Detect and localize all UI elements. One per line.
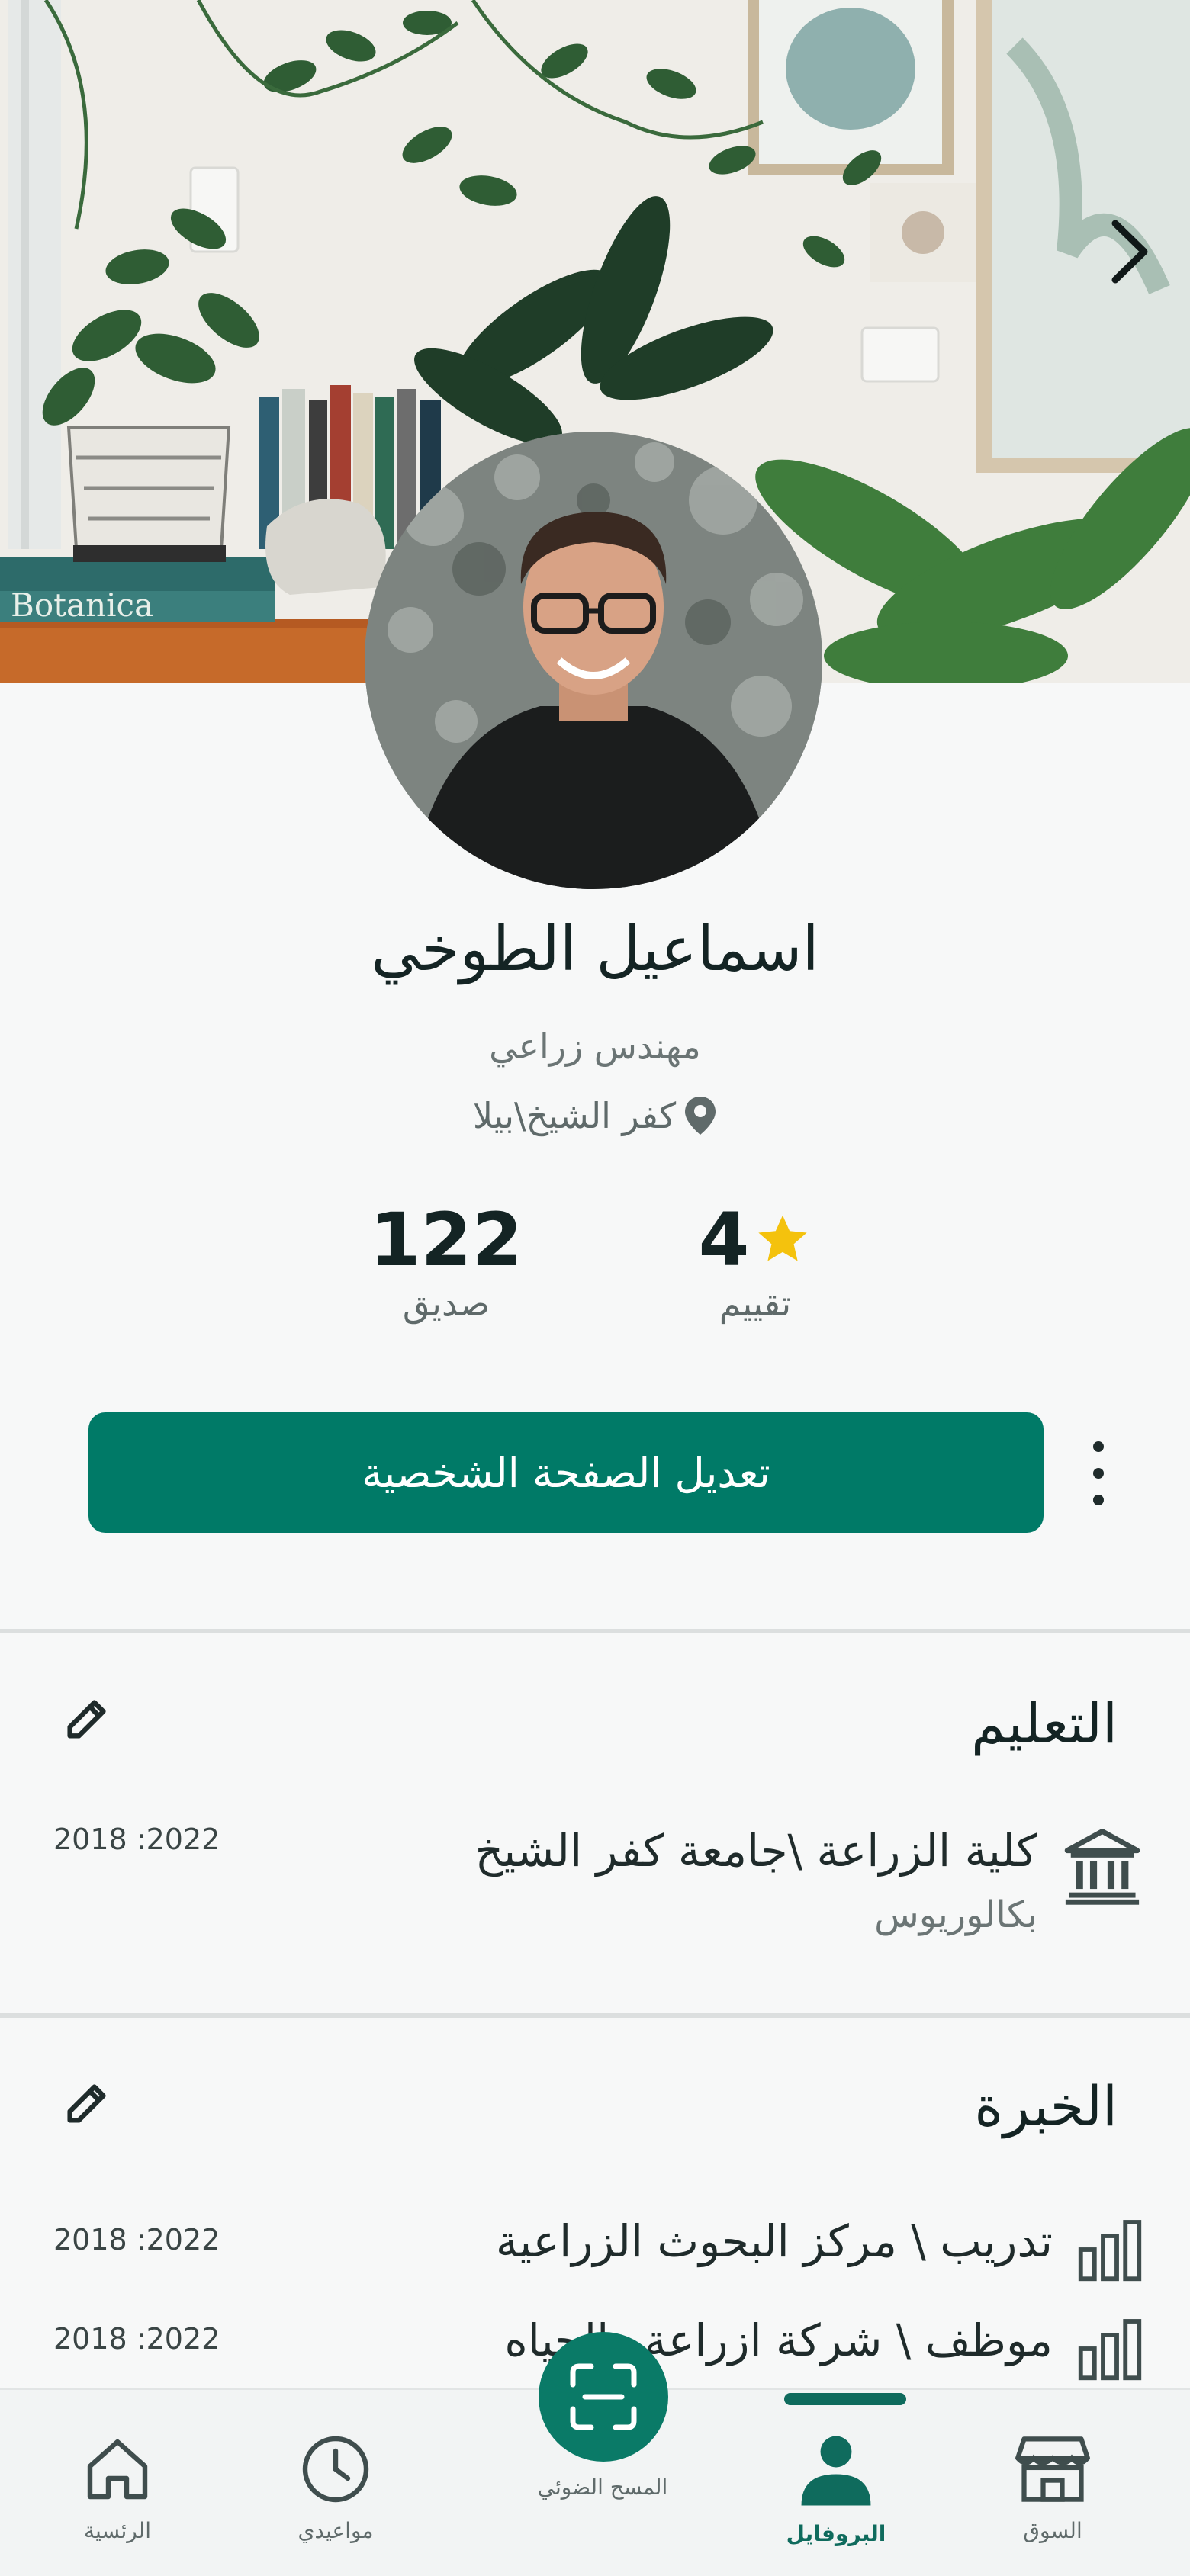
chevron-right-icon[interactable] xyxy=(1106,217,1152,286)
rating-label: تقييم xyxy=(719,1283,792,1324)
person-icon xyxy=(801,2436,871,2506)
more-dot-icon xyxy=(1093,1468,1104,1479)
home-icon xyxy=(87,2439,148,2500)
chart-bars-icon xyxy=(1078,2220,1142,2282)
location-row: كفر الشيخ\بيلا xyxy=(0,1095,1190,1136)
location-text: كفر الشيخ\بيلا xyxy=(472,1095,677,1136)
nav-label-appointments: مواعيدي xyxy=(298,2518,374,2543)
rating-stat[interactable]: 4 تقييم xyxy=(656,1197,854,1324)
rating-value: 4 xyxy=(698,1197,750,1283)
chart-bars-icon xyxy=(1078,2319,1142,2381)
education-item-title: كلية الزراعة \جامعة كفر الشيخ xyxy=(474,1825,1037,1877)
scan-button[interactable] xyxy=(539,2332,668,2462)
friends-stat[interactable]: 122 صديق xyxy=(343,1197,549,1324)
user-job-title: مهندس زراعي xyxy=(489,1026,701,1067)
nav-label-home: الرئسية xyxy=(84,2518,151,2543)
education-title: التعليم xyxy=(971,1691,1118,1755)
nav-item-home[interactable]: الرئسية xyxy=(34,2433,201,2543)
nav-label-market: السوق xyxy=(1023,2518,1082,2543)
star-icon xyxy=(758,1215,808,1261)
more-dot-icon xyxy=(1093,1495,1104,1505)
nav-label-profile: البروفايل xyxy=(786,2521,886,2546)
rating-row: 4 xyxy=(656,1197,854,1283)
location-pin-icon xyxy=(685,1097,716,1135)
scan-icon xyxy=(570,2363,637,2430)
experience-item-dates: 2018 :2022 xyxy=(53,2223,220,2256)
nav-item-profile[interactable]: البروفايل xyxy=(752,2433,920,2546)
education-item-dates: 2018 :2022 xyxy=(53,1823,220,1856)
store-icon xyxy=(1015,2436,1090,2502)
university-icon xyxy=(1064,1829,1140,1905)
more-options-button[interactable] xyxy=(1083,1441,1114,1505)
friends-label: صديق xyxy=(402,1283,490,1324)
friends-count: 122 xyxy=(369,1197,523,1283)
avatar-photo xyxy=(365,432,822,889)
experience-item-dates: 2018 :2022 xyxy=(53,2322,220,2356)
more-dot-icon xyxy=(1093,1441,1104,1452)
user-name: اسماعيل الطوخي xyxy=(371,914,819,984)
edit-experience-icon[interactable] xyxy=(61,2076,114,2129)
active-tab-indicator xyxy=(784,2393,906,2405)
section-divider xyxy=(0,2013,1190,2018)
section-divider xyxy=(0,1629,1190,1633)
edit-education-icon[interactable] xyxy=(61,1691,114,1745)
nav-item-market[interactable]: السوق xyxy=(969,2433,1137,2543)
nav-label-scan: المسح الضوئي xyxy=(537,2475,668,2500)
edit-profile-button[interactable]: تعديل الصفحة الشخصية xyxy=(88,1412,1044,1533)
clock-icon xyxy=(302,2436,369,2503)
education-item-degree: بكالوريوس xyxy=(874,1893,1037,1936)
experience-item-title: تدريب \ مركز البحوث الزراعية xyxy=(495,2215,1053,2267)
book-spine-text: Botanica xyxy=(11,586,153,624)
avatar xyxy=(365,432,822,889)
experience-title: الخبرة xyxy=(974,2074,1118,2138)
nav-item-appointments[interactable]: مواعيدي xyxy=(252,2433,420,2543)
